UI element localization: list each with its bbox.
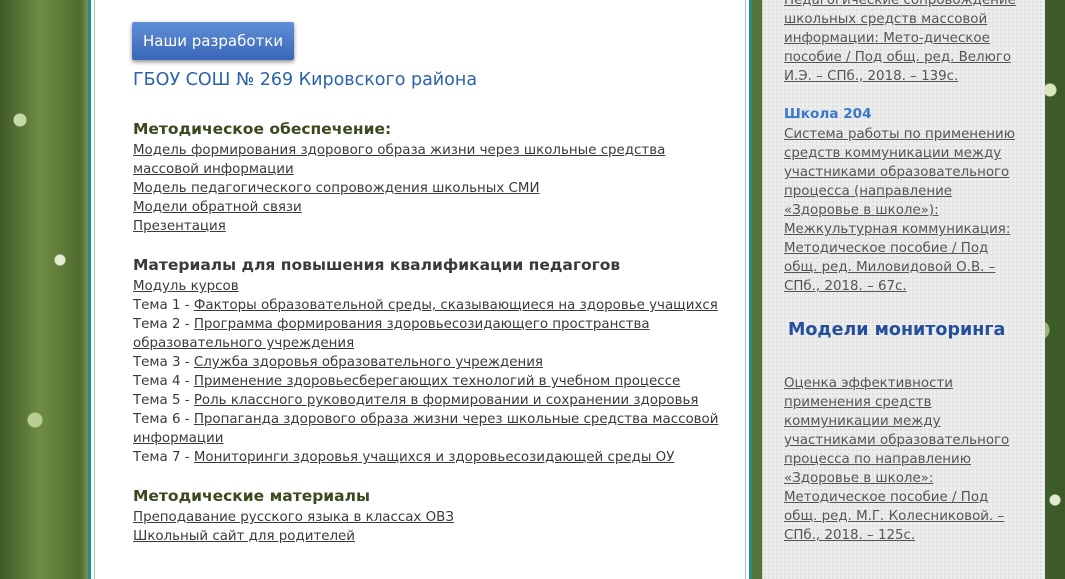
topic-row: Тема 5 - Роль классного руководителя в ф… — [133, 391, 698, 410]
sidebar-link-line[interactable]: участниками образовательного — [784, 433, 1009, 448]
sidebar-link-line[interactable]: Межкультурная коммуникация: — [784, 222, 1010, 237]
topic-link[interactable]: Применение здоровьесберегающих технологи… — [194, 374, 680, 389]
topic-row: Тема 6 - Пропаганда здорового образа жиз… — [133, 410, 718, 429]
monitoring-models-title: Модели мониторинга — [788, 320, 1006, 340]
sidebar-publication-top: Педагогические сопровождение школьных ср… — [784, 0, 1024, 86]
topic-row: Тема 2 - Программа формирования здоровье… — [133, 315, 650, 334]
topic-prefix: Тема 3 - — [133, 355, 194, 370]
sidebar-link-line[interactable]: информации: Мето-дическое — [784, 31, 990, 46]
sidebar-link-line[interactable]: Оценка эффективности — [784, 376, 953, 391]
school-204-heading: Школа 204 — [784, 106, 872, 122]
sidebar-link-line[interactable]: Система работы по применению — [784, 127, 1015, 142]
sidebar-link-line[interactable]: СПб., 2018. – 67с. — [784, 279, 907, 294]
link-health-model-cont[interactable]: массовой информации — [133, 162, 294, 177]
topic-prefix: Тема 6 - — [133, 412, 194, 427]
topic-link[interactable]: Факторы образовательной среды, сказывающ… — [194, 298, 718, 313]
sidebar-publication-monitoring: Оценка эффективности применения средств … — [784, 374, 1024, 545]
sidebar-link-line[interactable]: СПб., 2018. – 125с. — [784, 528, 915, 543]
topic-row: Тема 4 - Применение здоровьесберегающих … — [133, 372, 680, 391]
topic-row: Тема 1 - Факторы образовательной среды, … — [133, 296, 718, 315]
sidebar-link-line[interactable]: применения средств — [784, 395, 931, 410]
topic-link[interactable]: Роль классного руководителя в формирован… — [194, 393, 699, 408]
sidebar-link-line[interactable]: Методическое пособие / Под — [784, 490, 988, 505]
sidebar-link-line[interactable]: общ. ред. Миловидовой О.В. – — [784, 260, 995, 275]
link-russian-ovz[interactable]: Преподавание русского языка в классах ОВ… — [133, 510, 454, 525]
school-title: ГБОУ СОШ № 269 Кировского района — [133, 70, 478, 90]
link-media-support-model[interactable]: Модель педагогического сопровождения шко… — [133, 181, 539, 196]
link-presentation[interactable]: Презентация — [133, 219, 226, 234]
sidebar-link-line[interactable]: И.Э. – СПб., 2018. – 139с. — [784, 69, 958, 84]
topic-link-cont[interactable]: информации — [133, 431, 223, 446]
our-developments-button[interactable]: Наши разработки — [132, 22, 295, 60]
sidebar-link-line[interactable]: Методическое пособие / Под — [784, 241, 988, 256]
link-course-module[interactable]: Модуль курсов — [133, 279, 239, 294]
topic-prefix: Тема 7 - — [133, 450, 194, 465]
link-parents-site[interactable]: Школьный сайт для родителей — [133, 529, 355, 544]
sidebar-link-line[interactable]: процесса по направлению — [784, 452, 971, 467]
topic-link[interactable]: Пропаганда здорового образа жизни через … — [194, 412, 719, 427]
topic-row: Тема 3 - Служба здоровья образовательног… — [133, 353, 543, 372]
link-feedback-models[interactable]: Модели обратной связи — [133, 200, 302, 215]
topic-prefix: Тема 2 - — [133, 317, 194, 332]
section-heading-methodical-materials: Методические материалы — [133, 487, 370, 505]
topic-link[interactable]: Программа формирования здоровьесозидающе… — [194, 317, 650, 332]
topic-link[interactable]: Служба здоровья образовательного учрежде… — [194, 355, 543, 370]
sidebar-link-line[interactable]: школьных средств массовой — [784, 12, 987, 27]
sidebar-publication-204: Система работы по применению средств ком… — [784, 125, 1024, 296]
section-heading-qualification: Материалы для повышения квалификации пед… — [133, 256, 621, 274]
sidebar-link-line[interactable]: средств коммуникации между — [784, 146, 1001, 161]
sidebar-link-line[interactable]: Педагогические сопровождение — [784, 0, 1016, 8]
sidebar-link-line[interactable]: «Здоровье в школе»): — [784, 203, 939, 218]
sidebar-link-line[interactable]: «Здоровье в школе»: — [784, 471, 933, 486]
sidebar-link-line[interactable]: процесса (направление — [784, 184, 952, 199]
section-heading-methodical-support: Методическое обеспечение: — [133, 120, 392, 138]
sidebar-link-line[interactable]: общ. ред. М.Г. Колесниковой. – — [784, 509, 1004, 524]
sidebar-link-line[interactable]: коммуникации между — [784, 414, 941, 429]
link-health-model[interactable]: Модель формирования здорового образа жиз… — [133, 143, 665, 158]
topic-row: Тема 7 - Мониторинги здоровья учащихся и… — [133, 448, 674, 467]
sidebar-link-line[interactable]: участниками образовательного — [784, 165, 1009, 180]
topic-prefix: Тема 1 - — [133, 298, 194, 313]
sidebar-link-line[interactable]: пособие / Под общ. ред. Велюго — [784, 50, 1011, 65]
topic-prefix: Тема 5 - — [133, 393, 194, 408]
topic-link[interactable]: Мониторинги здоровья учащихся и здоровье… — [194, 450, 675, 465]
topic-prefix: Тема 4 - — [133, 374, 194, 389]
topic-link-cont[interactable]: образовательного учреждения — [133, 336, 354, 351]
